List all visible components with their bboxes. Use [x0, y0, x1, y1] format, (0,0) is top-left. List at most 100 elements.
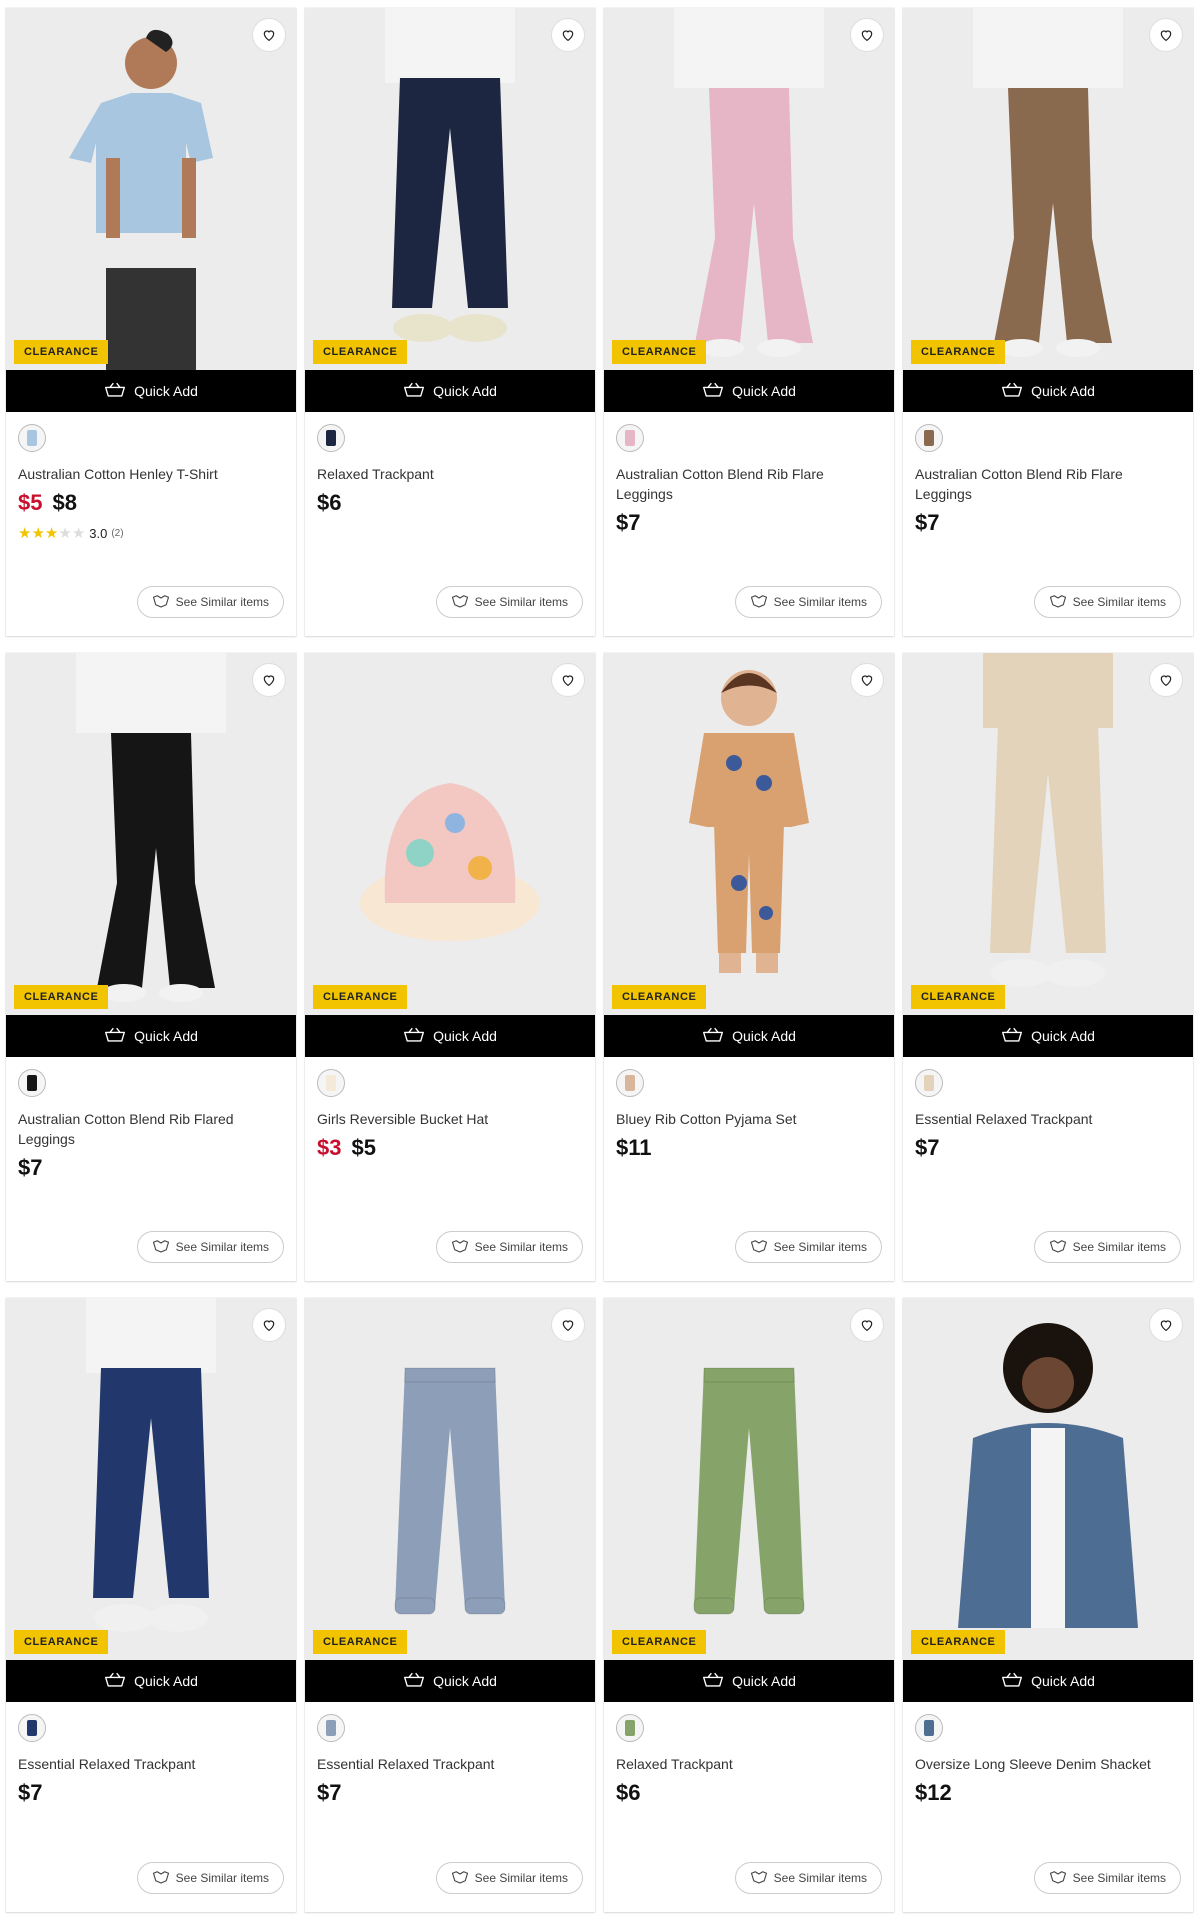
product-name[interactable]: Australian Cotton Blend Rib Flared Leggi… — [18, 1109, 284, 1149]
product-image[interactable]: CLEARANCE — [903, 8, 1193, 370]
product-card[interactable]: CLEARANCE Quick Add Australian Cotton Blen… — [604, 8, 894, 636]
color-swatch[interactable] — [18, 1069, 46, 1097]
see-similar-button[interactable]: See Similar items — [734, 1862, 882, 1894]
product-name[interactable]: Relaxed Trackpant — [317, 464, 583, 484]
see-similar-button[interactable]: See Similar items — [1033, 1862, 1181, 1894]
clearance-badge: CLEARANCE — [313, 985, 408, 1009]
color-swatch[interactable] — [616, 1069, 644, 1097]
product-image[interactable]: CLEARANCE — [903, 653, 1193, 1015]
price-group: $6 — [317, 490, 583, 516]
wishlist-heart-icon[interactable] — [850, 663, 884, 697]
see-similar-label: See Similar items — [175, 1871, 269, 1885]
product-image[interactable]: CLEARANCE — [305, 8, 595, 370]
similar-icon — [1049, 594, 1067, 611]
color-swatch[interactable] — [915, 1714, 943, 1742]
see-similar-button[interactable]: See Similar items — [734, 586, 882, 618]
basket-icon — [702, 1027, 724, 1046]
product-name[interactable]: Australian Cotton Blend Rib Flare Leggin… — [915, 464, 1181, 504]
see-similar-button[interactable]: See Similar items — [1033, 1231, 1181, 1263]
product-image[interactable]: CLEARANCE — [604, 1298, 894, 1660]
quick-add-button[interactable]: Quick Add — [6, 370, 296, 412]
product-card[interactable]: CLEARANCE Quick Add Oversize Long Sleeve D… — [903, 1298, 1193, 1912]
see-similar-button[interactable]: See Similar items — [734, 1231, 882, 1263]
quick-add-button[interactable]: Quick Add — [6, 1660, 296, 1702]
product-name[interactable]: Essential Relaxed Trackpant — [18, 1754, 284, 1774]
price-group: $7 — [18, 1155, 284, 1181]
basket-icon — [403, 382, 425, 401]
quick-add-label: Quick Add — [433, 1028, 497, 1044]
see-similar-button[interactable]: See Similar items — [136, 1231, 284, 1263]
wishlist-heart-icon[interactable] — [551, 1308, 585, 1342]
product-card[interactable]: CLEARANCE Quick Add Bluey Rib Cotton Pyjam… — [604, 653, 894, 1281]
quick-add-button[interactable]: Quick Add — [305, 1660, 595, 1702]
color-swatch[interactable] — [915, 1069, 943, 1097]
color-swatch[interactable] — [616, 1714, 644, 1742]
wishlist-heart-icon[interactable] — [1149, 18, 1183, 52]
wishlist-heart-icon[interactable] — [252, 663, 286, 697]
product-image[interactable]: CLEARANCE — [6, 653, 296, 1015]
product-name[interactable]: Bluey Rib Cotton Pyjama Set — [616, 1109, 882, 1129]
product-card[interactable]: CLEARANCE Quick Add Girls Reversible Bucke… — [305, 653, 595, 1281]
see-similar-button[interactable]: See Similar items — [136, 1862, 284, 1894]
product-card[interactable]: CLEARANCE Quick Add Australian Cotton Blen… — [6, 653, 296, 1281]
product-image[interactable]: CLEARANCE — [6, 8, 296, 370]
price: $7 — [317, 1780, 342, 1805]
quick-add-button[interactable]: Quick Add — [903, 1660, 1193, 1702]
product-name[interactable]: Essential Relaxed Trackpant — [317, 1754, 583, 1774]
product-image[interactable]: CLEARANCE — [305, 653, 595, 1015]
product-card[interactable]: CLEARANCE Quick Add Relaxed Trackpant $6 See… — [305, 8, 595, 636]
wishlist-heart-icon[interactable] — [1149, 1308, 1183, 1342]
product-name[interactable]: Girls Reversible Bucket Hat — [317, 1109, 583, 1129]
product-card[interactable]: CLEARANCE Quick Add Essential Relaxed Trac… — [6, 1298, 296, 1912]
wishlist-heart-icon[interactable] — [252, 1308, 286, 1342]
quick-add-button[interactable]: Quick Add — [604, 1015, 894, 1057]
wishlist-heart-icon[interactable] — [551, 18, 585, 52]
see-similar-button[interactable]: See Similar items — [435, 1862, 583, 1894]
quick-add-button[interactable]: Quick Add — [604, 370, 894, 412]
quick-add-button[interactable]: Quick Add — [903, 1015, 1193, 1057]
product-name[interactable]: Australian Cotton Blend Rib Flare Leggin… — [616, 464, 882, 504]
product-card[interactable]: CLEARANCE Quick Add Australian Cotton Blen… — [903, 8, 1193, 636]
color-swatch[interactable] — [18, 424, 46, 452]
color-swatch[interactable] — [317, 424, 345, 452]
product-name[interactable]: Relaxed Trackpant — [616, 1754, 882, 1774]
wishlist-heart-icon[interactable] — [551, 663, 585, 697]
product-image[interactable]: CLEARANCE — [903, 1298, 1193, 1660]
product-card[interactable]: CLEARANCE Quick Add Australian Cotton Henl… — [6, 8, 296, 636]
see-similar-button[interactable]: See Similar items — [136, 586, 284, 618]
price-group: $7 — [317, 1780, 583, 1806]
color-swatch[interactable] — [317, 1069, 345, 1097]
product-card[interactable]: CLEARANCE Quick Add Essential Relaxed Trac… — [903, 653, 1193, 1281]
quick-add-button[interactable]: Quick Add — [305, 370, 595, 412]
see-similar-button[interactable]: See Similar items — [435, 586, 583, 618]
product-image[interactable]: CLEARANCE — [6, 1298, 296, 1660]
quick-add-label: Quick Add — [134, 383, 198, 399]
quick-add-label: Quick Add — [433, 1673, 497, 1689]
product-name[interactable]: Australian Cotton Henley T-Shirt — [18, 464, 284, 484]
wishlist-heart-icon[interactable] — [1149, 663, 1183, 697]
color-swatch[interactable] — [915, 424, 943, 452]
quick-add-button[interactable]: Quick Add — [6, 1015, 296, 1057]
quick-add-button[interactable]: Quick Add — [604, 1660, 894, 1702]
product-image[interactable]: CLEARANCE — [604, 8, 894, 370]
product-card[interactable]: CLEARANCE Quick Add Essential Relaxed Trac… — [305, 1298, 595, 1912]
wishlist-heart-icon[interactable] — [850, 18, 884, 52]
product-image[interactable]: CLEARANCE — [305, 1298, 595, 1660]
product-name[interactable]: Oversize Long Sleeve Denim Shacket — [915, 1754, 1181, 1774]
quick-add-label: Quick Add — [732, 1028, 796, 1044]
product-card[interactable]: CLEARANCE Quick Add Relaxed Trackpant $6 See… — [604, 1298, 894, 1912]
wishlist-heart-icon[interactable] — [850, 1308, 884, 1342]
see-similar-button[interactable]: See Similar items — [435, 1231, 583, 1263]
product-info: Oversize Long Sleeve Denim Shacket $12 See… — [903, 1702, 1193, 1912]
color-swatch[interactable] — [317, 1714, 345, 1742]
wishlist-heart-icon[interactable] — [252, 18, 286, 52]
rating-stars: ★★★★★ — [18, 524, 85, 542]
quick-add-button[interactable]: Quick Add — [903, 370, 1193, 412]
color-swatch[interactable] — [18, 1714, 46, 1742]
product-name[interactable]: Essential Relaxed Trackpant — [915, 1109, 1181, 1129]
product-image[interactable]: CLEARANCE — [604, 653, 894, 1015]
color-swatch[interactable] — [616, 424, 644, 452]
quick-add-label: Quick Add — [732, 1673, 796, 1689]
quick-add-button[interactable]: Quick Add — [305, 1015, 595, 1057]
see-similar-button[interactable]: See Similar items — [1033, 586, 1181, 618]
